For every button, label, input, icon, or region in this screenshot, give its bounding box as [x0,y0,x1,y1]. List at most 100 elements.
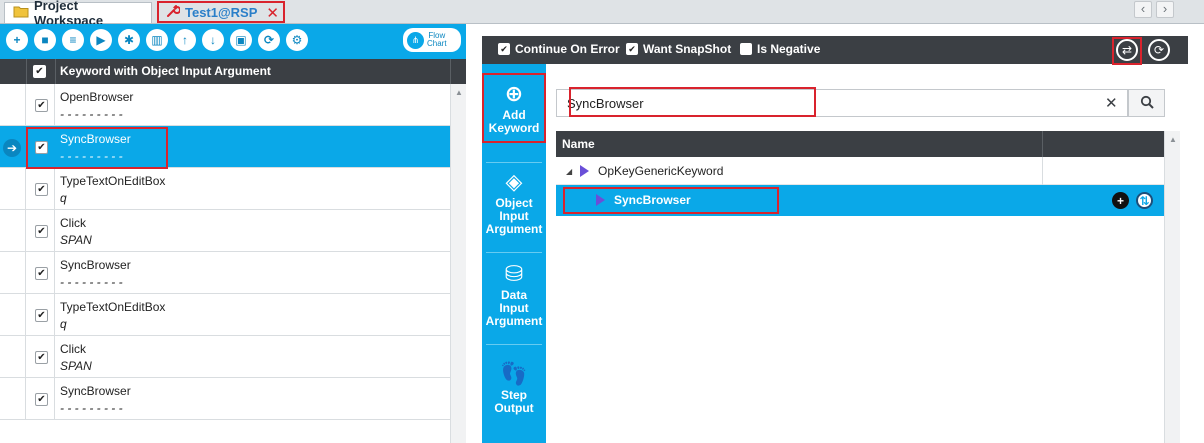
tree-group-row[interactable]: ◢ OpKeyGenericKeyword [556,157,1164,185]
bug-icon: ✱ [123,33,135,47]
vtab-divider [486,252,542,253]
step-row[interactable]: ✔ OpenBrowser - - - - - - - - - [0,84,450,126]
want-snapshot-checkbox[interactable]: ✔ [626,43,638,55]
database-icon: ⛁ [504,261,524,286]
flow-chart-label-line2: Chart [427,39,447,48]
refresh-icon: ⟳ [263,33,275,47]
step-row[interactable]: ✔ SyncBrowser - - - - - - - - - [0,252,450,294]
step-argument: - - - - - - - - - [60,275,123,289]
steps-grid-header: ✔ Keyword with Object Input Argument [0,59,466,84]
flow-chart-button[interactable]: ⋔ Flow Chart [403,28,461,52]
row-indicator-cell [0,168,26,209]
want-snapshot-option[interactable]: ✔ Want SnapShot [626,42,731,56]
tab-test1-rsp[interactable]: Test1@RSP ✕ [158,2,284,23]
collapse-icon[interactable]: ◢ [566,167,572,176]
row-indicator-cell [0,336,26,377]
add-keyword-button[interactable]: + [1112,192,1129,209]
scroll-tabs-right-button[interactable]: › [1156,1,1174,18]
plus-icon: + [13,33,21,47]
continue-on-error-option[interactable]: ✔ Continue On Error [498,42,620,56]
tab-strip: Project Workspace Test1@RSP ✕ ‹ › [0,0,1204,28]
footsteps-icon: 👣 [500,361,528,386]
list-button[interactable]: ≡ [62,29,84,51]
delete-step-button[interactable]: ▥ [146,29,168,51]
list-icon: ≡ [69,33,77,47]
want-snapshot-label: Want SnapShot [643,42,732,56]
keyword-tree-scrollbar[interactable]: ▲ [1164,131,1180,443]
step-options-bar: ✔ Continue On Error ✔ Want SnapShot Is N… [482,36,1188,64]
flow-chart-icon: ⋔ [407,31,424,49]
row-indicator-cell [0,252,26,293]
swap-button[interactable]: ⇄ [1116,39,1138,61]
step-enabled-checkbox[interactable]: ✔ [35,183,48,196]
editor-vertical-tabs: ⊕ Add Keyword ◈ Object Input Argument ⛁ … [482,64,554,443]
step-row[interactable]: ✔ Click SPAN [0,210,450,252]
step-enabled-checkbox[interactable]: ✔ [35,351,48,364]
step-enabled-checkbox[interactable]: ✔ [35,393,48,406]
vtab-step-output-label-2: Output [494,401,534,415]
continue-on-error-checkbox[interactable]: ✔ [498,43,510,55]
scroll-tabs-left-button[interactable]: ‹ [1134,1,1152,18]
step-row[interactable]: ✔ TypeTextOnEditBox q [0,168,450,210]
search-button[interactable] [1128,89,1165,117]
steps-scrollbar[interactable]: ▲ [450,84,466,443]
step-keyword: Click [60,342,86,356]
refresh-keywords-button[interactable]: ⟳ [1148,39,1170,61]
clear-search-icon[interactable]: ✕ [1105,94,1118,112]
vtab-step-output[interactable]: 👣 Step Output [482,362,546,415]
row-indicator-cell [0,210,26,251]
debug-button[interactable]: ✱ [118,29,140,51]
step-enabled-checkbox[interactable]: ✔ [35,309,48,322]
scroll-up-icon[interactable]: ▲ [1169,135,1177,144]
vtab-data-input-label-3: Argument [485,314,543,328]
arrow-down-icon: ↓ [210,33,216,47]
vtab-object-input-argument[interactable]: ◈ Object Input Argument [482,170,546,236]
continue-on-error-label: Continue On Error [515,42,620,56]
keyword-search-field[interactable]: SyncBrowser ✕ [556,89,1128,117]
move-up-button[interactable]: ↑ [174,29,196,51]
add-step-button[interactable]: + [6,29,28,51]
row-indicator-cell [0,84,26,125]
step-enabled-checkbox[interactable]: ✔ [35,267,48,280]
tree-group-label: OpKeyGenericKeyword [598,164,724,178]
select-all-checkbox[interactable]: ✔ [33,65,46,78]
keyword-icon [596,194,605,206]
settings-button[interactable]: ⚙ [286,29,308,51]
close-tab-icon[interactable]: ✕ [266,4,279,22]
step-keyword: SyncBrowser [60,258,131,272]
save-button[interactable]: ▣ [230,29,252,51]
column-divider [1042,157,1043,185]
keyword-info-button[interactable]: ⇅ [1136,192,1153,209]
keyword-group-icon [580,165,589,177]
step-enabled-checkbox[interactable]: ✔ [35,141,48,154]
tree-keyword-row[interactable]: SyncBrowser + ⇅ [556,185,1164,216]
swap-icon: ⇄ [1121,43,1133,57]
is-negative-option[interactable]: Is Negative [740,42,820,56]
scroll-up-icon[interactable]: ▲ [455,88,463,97]
vtab-data-input-argument[interactable]: ⛁ Data Input Argument [482,262,546,328]
tab-project-workspace[interactable]: Project Workspace [4,0,152,28]
step-argument: SPAN [60,233,92,247]
vtab-add-keyword-label-2: Keyword [488,121,540,135]
plus-icon: + [1116,193,1124,208]
step-keyword: Click [60,216,86,230]
header-divider [26,59,27,84]
vtab-object-input-label-3: Argument [485,222,543,236]
is-negative-checkbox[interactable] [740,43,752,55]
step-row[interactable]: ✔ SyncBrowser - - - - - - - - - ➔ [0,126,450,168]
search-icon [1140,95,1154,112]
step-row[interactable]: ✔ Click SPAN [0,336,450,378]
refresh-button[interactable]: ⟳ [258,29,280,51]
step-enabled-checkbox[interactable]: ✔ [35,225,48,238]
step-row[interactable]: ✔ SyncBrowser - - - - - - - - - [0,378,450,420]
keyword-search-value[interactable]: SyncBrowser [567,96,644,111]
active-tab-pointer [546,122,554,138]
step-enabled-checkbox[interactable]: ✔ [35,99,48,112]
record-button[interactable]: ■ [34,29,56,51]
move-down-button[interactable]: ↓ [202,29,224,51]
run-button[interactable]: ▶ [90,29,112,51]
step-row[interactable]: ✔ TypeTextOnEditBox q [0,294,450,336]
header-divider [450,59,451,84]
vtab-add-keyword[interactable]: ⊕ Add Keyword [482,82,546,135]
refresh-icon: ⟳ [1153,43,1165,57]
